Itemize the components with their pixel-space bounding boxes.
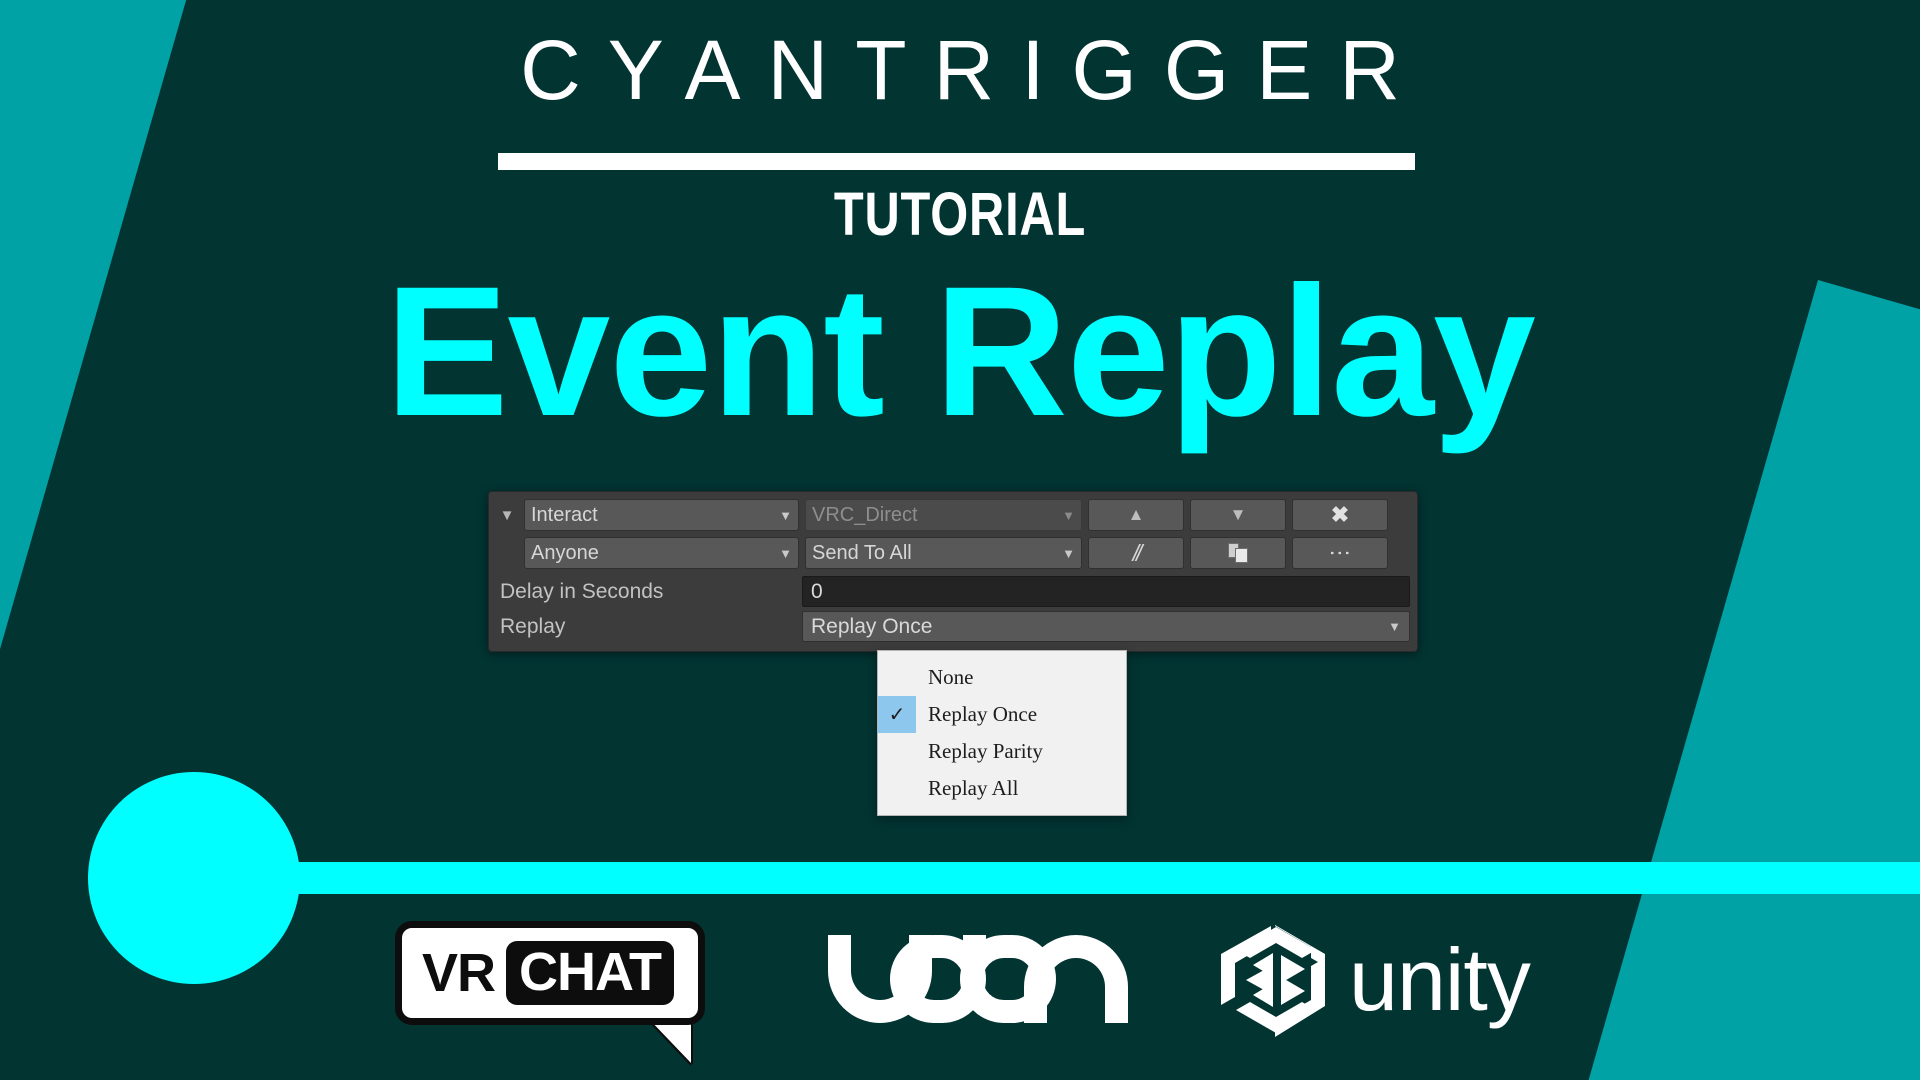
event-target-dropdown[interactable]: VRC_Direct ▼ xyxy=(805,499,1082,531)
delay-input[interactable]: 0 xyxy=(802,576,1410,607)
menu-item-replay-once[interactable]: ✓ Replay Once xyxy=(878,696,1126,733)
logo-row: VR CHAT unity xyxy=(0,905,1920,1080)
thumbnail-canvas: CYANTRIGGER TUTORIAL Event Replay ▼ Inte… xyxy=(0,0,1920,1080)
chevron-down-icon: ▼ xyxy=(779,507,792,523)
inspector-row-event: ▼ Interact ▼ VRC_Direct ▼ ▲ ▼ ✖ xyxy=(496,499,1410,531)
broadcast-dropdown[interactable]: Send To All ▼ xyxy=(805,537,1082,569)
property-row-replay: Replay Replay Once ▼ xyxy=(496,610,1410,643)
event-type-value: Interact xyxy=(531,503,598,526)
unity-wordmark: unity xyxy=(1349,929,1531,1029)
replay-value: Replay Once xyxy=(811,614,933,638)
chevron-down-icon: ▼ xyxy=(1062,545,1075,561)
vrchat-logo: VR CHAT xyxy=(395,921,705,1063)
comment-slashes-icon: // xyxy=(1132,539,1143,566)
menu-item-replay-parity[interactable]: Replay Parity xyxy=(878,733,1126,770)
inspector-row-broadcast: Anyone ▼ Send To All ▼ // ⋮ xyxy=(496,537,1410,569)
chevron-down-icon: ▼ xyxy=(1062,507,1075,523)
arrow-down-icon: ▼ xyxy=(1229,505,1247,524)
move-up-button[interactable]: ▲ xyxy=(1088,499,1184,531)
menu-item-none[interactable]: None xyxy=(878,659,1126,696)
close-icon: ✖ xyxy=(1330,502,1350,527)
page-title: Event Replay xyxy=(385,249,1536,455)
udon-logo xyxy=(828,935,1128,1023)
access-value: Anyone xyxy=(531,541,599,564)
arrow-up-icon: ▲ xyxy=(1127,505,1145,524)
event-target-value: VRC_Direct xyxy=(812,503,918,526)
replay-label: Replay xyxy=(500,614,566,638)
check-icon-placeholder xyxy=(878,770,916,807)
copy-button[interactable] xyxy=(1190,537,1286,569)
check-icon-placeholder xyxy=(878,659,916,696)
replay-dropdown[interactable]: Replay Once ▼ xyxy=(802,611,1410,642)
comment-button[interactable]: // xyxy=(1088,537,1184,569)
chevron-down-icon: ▼ xyxy=(1388,619,1401,634)
event-type-dropdown[interactable]: Interact ▼ xyxy=(524,499,799,531)
delay-value: 0 xyxy=(811,579,823,603)
cyantrigger-event-inspector: ▼ Interact ▼ VRC_Direct ▼ ▲ ▼ ✖ Anyone ▼… xyxy=(488,491,1418,652)
cyan-accent-bar xyxy=(190,862,1920,894)
broadcast-value: Send To All xyxy=(812,541,912,564)
copy-paste-icon xyxy=(1227,542,1249,564)
menu-item-replay-all[interactable]: Replay All xyxy=(878,770,1126,807)
unity-cube-icon xyxy=(1221,924,1325,1037)
menu-item-label: Replay All xyxy=(928,776,1019,800)
more-options-button[interactable]: ⋮ xyxy=(1292,537,1388,569)
chevron-down-icon: ▼ xyxy=(779,545,792,561)
check-icon-placeholder xyxy=(878,733,916,770)
vrchat-bubble: VR CHAT xyxy=(395,921,705,1025)
menu-item-label: None xyxy=(928,665,974,689)
brand-title: CYANTRIGGER xyxy=(520,23,1427,117)
title-underline-rule xyxy=(498,153,1415,170)
menu-item-label: Replay Once xyxy=(928,702,1038,726)
check-icon: ✓ xyxy=(878,696,916,733)
udon-letter-n xyxy=(1024,935,1128,1023)
unity-logo: unity xyxy=(1213,917,1543,1042)
property-row-delay: Delay in Seconds 0 xyxy=(496,575,1410,608)
vrchat-vr-text: VR xyxy=(422,943,496,1003)
subtitle: TUTORIAL xyxy=(833,180,1087,248)
vrchat-chat-text: CHAT xyxy=(506,941,674,1005)
menu-item-label: Replay Parity xyxy=(928,739,1043,763)
foldout-triangle-icon[interactable]: ▼ xyxy=(496,508,518,523)
delay-label: Delay in Seconds xyxy=(500,579,664,603)
access-dropdown[interactable]: Anyone ▼ xyxy=(524,537,799,569)
remove-event-button[interactable]: ✖ xyxy=(1292,499,1388,531)
replay-options-menu[interactable]: None ✓ Replay Once Replay Parity Replay … xyxy=(877,650,1127,816)
kebab-menu-icon: ⋮ xyxy=(1328,542,1354,564)
move-down-button[interactable]: ▼ xyxy=(1190,499,1286,531)
